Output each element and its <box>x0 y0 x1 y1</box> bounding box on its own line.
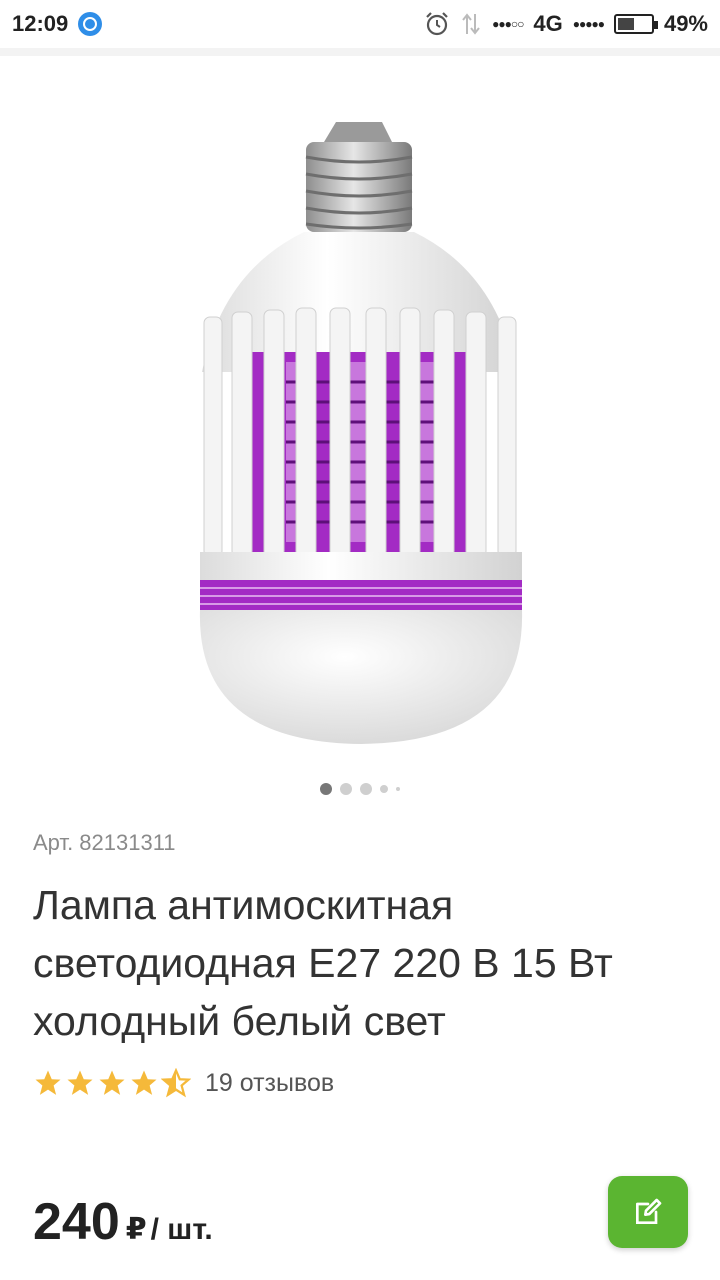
product-title: Лампа антимоскитная светодиодная E27 220… <box>33 882 613 1044</box>
star-icon <box>131 1070 157 1095</box>
battery-icon <box>613 14 658 34</box>
data-transfer-icon <box>462 13 480 35</box>
carousel-dot[interactable] <box>320 783 332 795</box>
edit-icon <box>636 1198 662 1224</box>
status-bar: 12:09 ●●●○○ 4G ●●●●● 49% <box>0 0 720 48</box>
price: 240 ₽ / шт. <box>33 1192 213 1252</box>
star-icon <box>99 1070 125 1095</box>
reviews-link[interactable]: 19 отзывов <box>205 1069 334 1098</box>
top-divider <box>0 48 720 56</box>
battery-percent: 49% <box>663 11 708 36</box>
edit-button[interactable] <box>608 1176 688 1248</box>
rating-stars <box>33 1068 191 1098</box>
alarm-icon <box>426 12 448 36</box>
carousel-dot[interactable] <box>340 783 352 795</box>
half-star-icon <box>161 1068 191 1098</box>
product-image[interactable] <box>196 112 526 752</box>
signal-strength-icon: ●●●●● <box>572 17 605 31</box>
star-icon <box>67 1070 93 1095</box>
network-type: 4G <box>533 11 563 36</box>
price-currency: ₽ <box>125 1213 147 1246</box>
article-number: Арт. 82131311 <box>33 830 176 855</box>
signal-icon: ●●●○○ <box>492 17 524 31</box>
carousel-dot[interactable] <box>396 787 400 791</box>
clock: 12:09 <box>12 11 69 36</box>
price-unit: / шт. <box>150 1213 213 1246</box>
star-icon <box>35 1070 61 1095</box>
carousel-dot[interactable] <box>380 785 388 793</box>
price-value: 240 <box>33 1193 120 1251</box>
carousel-dot[interactable] <box>360 783 372 795</box>
carousel-indicator[interactable] <box>0 783 720 795</box>
notification-icon <box>78 12 103 36</box>
rating[interactable]: 19 отзывов <box>33 1068 334 1098</box>
